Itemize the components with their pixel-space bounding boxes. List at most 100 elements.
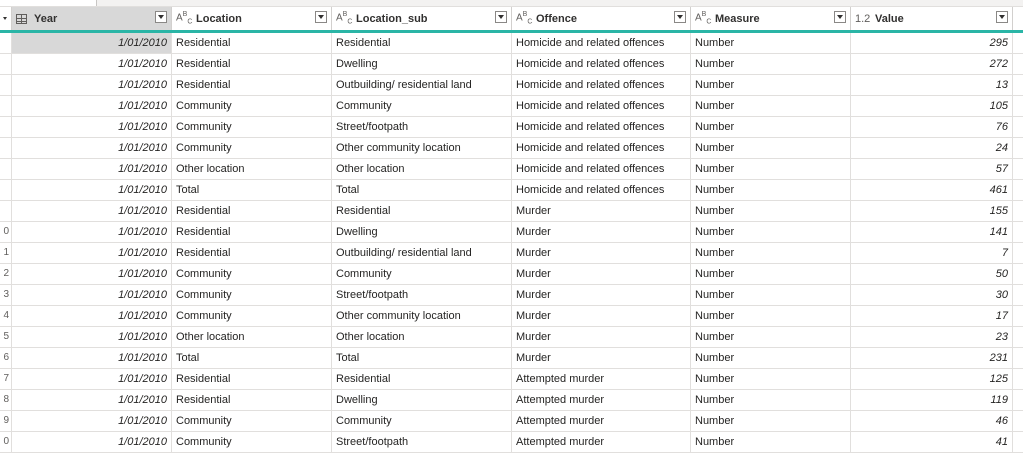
value-cell[interactable]: 155	[851, 201, 1013, 221]
offence-cell[interactable]: Homicide and related offences	[512, 138, 691, 158]
year-cell[interactable]: 1/01/2010	[12, 54, 172, 74]
year-cell[interactable]: 1/01/2010	[12, 264, 172, 284]
location-sub-cell[interactable]: Residential	[332, 369, 512, 389]
offence-cell[interactable]: Murder	[512, 285, 691, 305]
location-cell[interactable]: Community	[172, 285, 332, 305]
row-number[interactable]: 3	[0, 285, 12, 305]
offence-cell[interactable]: Murder	[512, 306, 691, 326]
column-header-year[interactable]: Year	[12, 7, 172, 30]
location-cell[interactable]: Residential	[172, 54, 332, 74]
text-type-icon[interactable]: ABC	[516, 11, 536, 25]
location-sub-cell[interactable]: Other location	[332, 159, 512, 179]
location-cell[interactable]: Residential	[172, 243, 332, 263]
chevron-down-icon[interactable]	[834, 11, 846, 23]
location-cell[interactable]: Residential	[172, 201, 332, 221]
location-sub-cell[interactable]: Community	[332, 96, 512, 116]
row-number[interactable]	[0, 159, 12, 179]
location-cell[interactable]: Residential	[172, 222, 332, 242]
row-number[interactable]: 6	[0, 348, 12, 368]
location-cell[interactable]: Residential	[172, 33, 332, 53]
measure-cell[interactable]: Number	[691, 348, 851, 368]
table-row[interactable]: 1/01/2010 Community Other community locati…	[0, 138, 1023, 159]
table-row[interactable]: 5 1/01/2010 Other location Other location Mu…	[0, 327, 1023, 348]
row-number[interactable]	[0, 180, 12, 200]
location-sub-cell[interactable]: Street/footpath	[332, 285, 512, 305]
column-header-offence[interactable]: ABC Offence	[512, 7, 691, 30]
value-cell[interactable]: 105	[851, 96, 1013, 116]
value-cell[interactable]: 272	[851, 54, 1013, 74]
table-row[interactable]: 1/01/2010 Other location Other location Hom…	[0, 159, 1023, 180]
year-cell[interactable]: 1/01/2010	[12, 33, 172, 53]
location-sub-cell[interactable]: Outbuilding/ residential land	[332, 75, 512, 95]
measure-cell[interactable]: Number	[691, 159, 851, 179]
location-sub-cell[interactable]: Street/footpath	[332, 117, 512, 137]
measure-cell[interactable]: Number	[691, 264, 851, 284]
location-cell[interactable]: Other location	[172, 327, 332, 347]
row-number[interactable]: 1	[0, 243, 12, 263]
value-cell[interactable]: 30	[851, 285, 1013, 305]
location-sub-cell[interactable]: Dwelling	[332, 390, 512, 410]
offence-cell[interactable]: Murder	[512, 327, 691, 347]
offence-cell[interactable]: Homicide and related offences	[512, 96, 691, 116]
value-cell[interactable]: 461	[851, 180, 1013, 200]
location-cell[interactable]: Residential	[172, 390, 332, 410]
value-cell[interactable]: 17	[851, 306, 1013, 326]
year-cell[interactable]: 1/01/2010	[12, 411, 172, 431]
location-cell[interactable]: Community	[172, 432, 332, 452]
table-row[interactable]: 1/01/2010 Residential Residential Murder Num…	[0, 201, 1023, 222]
value-cell[interactable]: 76	[851, 117, 1013, 137]
location-cell[interactable]: Community	[172, 411, 332, 431]
value-cell[interactable]: 295	[851, 33, 1013, 53]
table-row[interactable]: 4 1/01/2010 Community Other community locat…	[0, 306, 1023, 327]
measure-cell[interactable]: Number	[691, 54, 851, 74]
row-number[interactable]	[0, 75, 12, 95]
offence-cell[interactable]: Homicide and related offences	[512, 54, 691, 74]
year-cell[interactable]: 1/01/2010	[12, 306, 172, 326]
table-row[interactable]: 1/01/2010 Residential Dwelling Homicide and…	[0, 54, 1023, 75]
location-cell[interactable]: Community	[172, 117, 332, 137]
year-cell[interactable]: 1/01/2010	[12, 138, 172, 158]
measure-cell[interactable]: Number	[691, 432, 851, 452]
value-cell[interactable]: 24	[851, 138, 1013, 158]
location-sub-cell[interactable]: Other community location	[332, 306, 512, 326]
location-sub-cell[interactable]: Total	[332, 180, 512, 200]
location-cell[interactable]: Total	[172, 180, 332, 200]
location-sub-cell[interactable]: Residential	[332, 201, 512, 221]
year-cell[interactable]: 1/01/2010	[12, 75, 172, 95]
row-number[interactable]: 8	[0, 390, 12, 410]
table-row[interactable]: 7 1/01/2010 Residential Residential Attempte…	[0, 369, 1023, 390]
year-cell[interactable]: 1/01/2010	[12, 327, 172, 347]
row-number[interactable]	[0, 138, 12, 158]
text-type-icon[interactable]: ABC	[176, 11, 196, 25]
offence-cell[interactable]: Homicide and related offences	[512, 159, 691, 179]
text-type-icon[interactable]: ABC	[336, 11, 356, 25]
value-cell[interactable]: 231	[851, 348, 1013, 368]
column-header-location[interactable]: ABC Location	[172, 7, 332, 30]
value-cell[interactable]: 50	[851, 264, 1013, 284]
measure-cell[interactable]: Number	[691, 138, 851, 158]
column-header-measure[interactable]: ABC Measure	[691, 7, 851, 30]
location-cell[interactable]: Residential	[172, 369, 332, 389]
measure-cell[interactable]: Number	[691, 201, 851, 221]
year-cell[interactable]: 1/01/2010	[12, 390, 172, 410]
value-cell[interactable]: 23	[851, 327, 1013, 347]
row-number[interactable]	[0, 201, 12, 221]
measure-cell[interactable]: Number	[691, 285, 851, 305]
offence-cell[interactable]: Murder	[512, 222, 691, 242]
measure-cell[interactable]: Number	[691, 390, 851, 410]
location-cell[interactable]: Community	[172, 306, 332, 326]
location-sub-cell[interactable]: Street/footpath	[332, 432, 512, 452]
measure-cell[interactable]: Number	[691, 117, 851, 137]
year-cell[interactable]: 1/01/2010	[12, 180, 172, 200]
measure-cell[interactable]: Number	[691, 306, 851, 326]
row-number[interactable]: 2	[0, 264, 12, 284]
row-number[interactable]	[0, 117, 12, 137]
decimal-type-icon[interactable]: 1.2	[855, 13, 875, 25]
text-type-icon[interactable]: ABC	[695, 11, 715, 25]
value-cell[interactable]: 125	[851, 369, 1013, 389]
value-cell[interactable]: 141	[851, 222, 1013, 242]
year-cell[interactable]: 1/01/2010	[12, 201, 172, 221]
location-sub-cell[interactable]: Other location	[332, 327, 512, 347]
table-row[interactable]: 0 1/01/2010 Residential Dwelling Murder Numbe…	[0, 222, 1023, 243]
year-cell[interactable]: 1/01/2010	[12, 348, 172, 368]
